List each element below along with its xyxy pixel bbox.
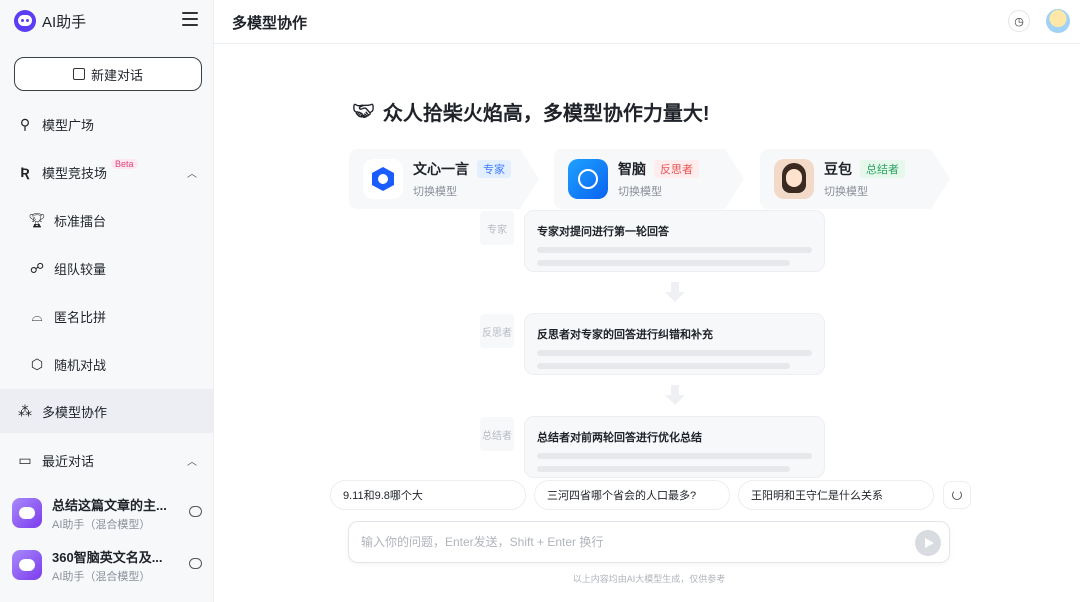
search-icon: ⚲ xyxy=(19,115,31,132)
sidebar-item-label: 标准擂台 xyxy=(54,213,107,229)
recent-chat-title: 360智脑英文名及... xyxy=(52,549,163,565)
new-chat-icon xyxy=(72,68,85,80)
recent-chat-item[interactable]: 总结这篇文章的主... AI助手（混合模型） xyxy=(12,490,208,536)
comment-icon[interactable] xyxy=(189,506,202,517)
recent-chat-title: 总结这篇文章的主... xyxy=(52,497,167,513)
menu-icon[interactable] xyxy=(182,12,198,26)
sidebar-item-random-battle[interactable]: ⬡ 随机对战 xyxy=(0,342,213,386)
user-avatar[interactable] xyxy=(1046,9,1070,33)
history-icon[interactable]: ◷ xyxy=(1008,10,1030,32)
trophy-icon: 🏆︎ xyxy=(28,211,46,228)
assistant-avatar xyxy=(12,498,42,528)
recent-chat-subtitle: AI助手（混合模型） xyxy=(52,570,151,583)
chat-bubble-icon: ▭ xyxy=(18,451,32,468)
sidebar-item-label: 模型广场 xyxy=(42,117,95,133)
sidebar-item-label: 匿名比拼 xyxy=(54,309,107,325)
sidebar: AI助手 新建对话 ⚲ 模型广场 Ʀ 模型竞技场 Beta ︿ 🏆︎ 标准擂台 … xyxy=(0,0,214,602)
sidebar-item-label: 模型竞技场 xyxy=(42,165,108,181)
disclaimer: 以上内容均由AI大模型生成，仅供参考 xyxy=(572,574,726,584)
incognito-icon: ⌓ xyxy=(31,307,43,324)
refresh-icon xyxy=(952,490,962,500)
brand-logo-icon xyxy=(14,10,36,32)
brand-name: AI助手 xyxy=(42,13,87,31)
chevron-up-icon[interactable]: ︿ xyxy=(187,453,197,468)
new-chat-label: 新建对话 xyxy=(90,67,143,83)
sidebar-item-label: 多模型协作 xyxy=(42,404,108,420)
sidebar-item-label: 随机对战 xyxy=(54,357,107,373)
recent-chat-item[interactable]: 360智脑英文名及... AI助手（混合模型） xyxy=(12,542,208,588)
brand[interactable]: AI助手 xyxy=(14,8,86,34)
new-chat-button[interactable]: 新建对话 xyxy=(14,57,202,91)
sidebar-item-label: 最近对话 xyxy=(42,453,95,469)
sidebar-item-label: 组队较量 xyxy=(54,261,107,277)
arena-icon: Ʀ xyxy=(20,164,30,180)
sidebar-item-multi-model-collab[interactable]: ⁂ 多模型协作 xyxy=(0,389,213,433)
beta-badge: Beta xyxy=(111,159,138,169)
collaboration-icon: ⁂ xyxy=(18,402,32,419)
page-title: 多模型协作 xyxy=(232,15,308,32)
sidebar-item-recent-chats[interactable]: ▭ 最近对话 ︿ xyxy=(0,438,213,482)
recent-chat-subtitle: AI助手（混合模型） xyxy=(52,518,151,531)
sidebar-item-anonymous-compare[interactable]: ⌓ 匿名比拼 xyxy=(0,294,213,338)
assistant-avatar xyxy=(12,550,42,580)
sidebar-item-standard-arena[interactable]: 🏆︎ 标准擂台 xyxy=(0,198,213,242)
chevron-up-icon[interactable]: ︿ xyxy=(187,165,197,180)
cube-icon: ⬡ xyxy=(30,355,44,372)
team-icon: ☍ xyxy=(29,259,45,276)
sidebar-item-team-battle[interactable]: ☍ 组队较量 xyxy=(0,246,213,290)
sidebar-item-model-arena[interactable]: Ʀ 模型竞技场 Beta ︿ xyxy=(0,150,213,194)
comment-icon[interactable] xyxy=(189,558,202,569)
sidebar-item-model-square[interactable]: ⚲ 模型广场 xyxy=(0,102,213,146)
